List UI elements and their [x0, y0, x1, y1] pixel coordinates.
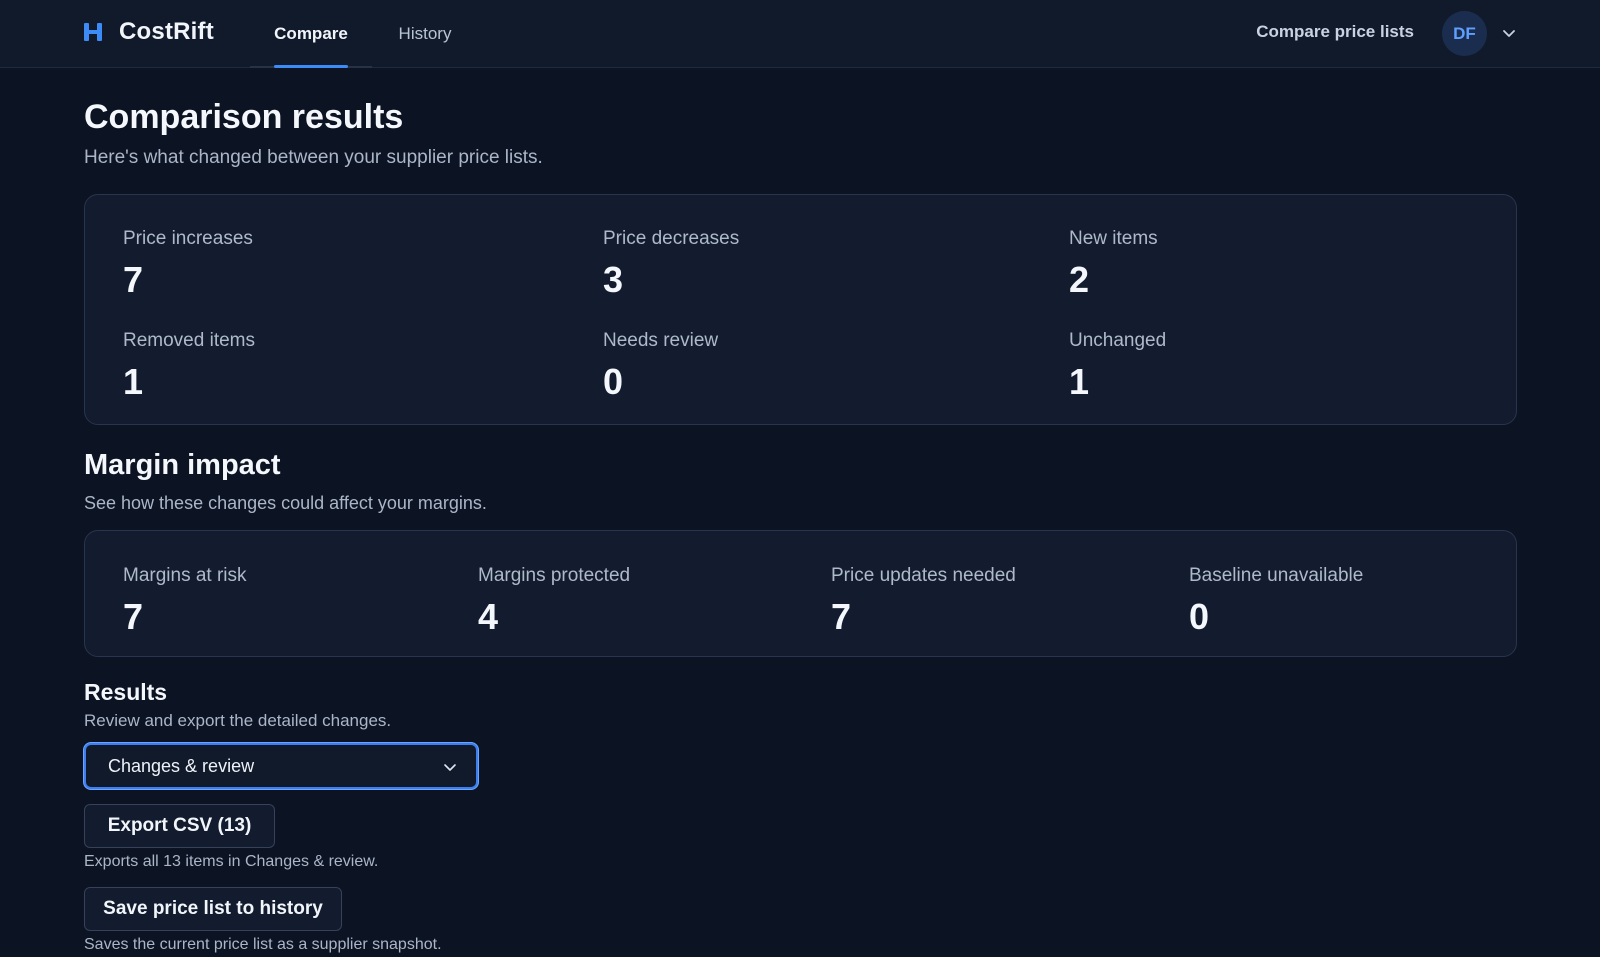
stat-margins-at-risk: Margins at risk 7 — [123, 564, 247, 637]
stat-value: 7 — [831, 596, 852, 637]
stat-removed-items: Removed items 1 — [123, 329, 255, 402]
user-avatar[interactable]: DF — [1442, 11, 1487, 56]
stat-price-decreases: Price decreases 3 — [603, 227, 739, 300]
save-to-history-button[interactable]: Save price list to history — [84, 887, 342, 931]
stat-unchanged: Unchanged 1 — [1069, 329, 1166, 402]
stat-price-increases: Price increases 7 — [123, 227, 253, 300]
save-helper-text: Saves the current price list as a suppli… — [84, 936, 442, 953]
stat-label: Margins protected — [478, 565, 631, 586]
stat-value: 7 — [123, 596, 144, 637]
stat-label: Needs review — [603, 330, 719, 351]
stat-value: 1 — [1069, 361, 1090, 402]
tab-underline — [250, 65, 372, 68]
tab-compare-label: Compare — [274, 24, 348, 43]
stat-label: Margins at risk — [123, 565, 247, 586]
brand-name: CostRift — [119, 18, 214, 45]
brand[interactable]: CostRift — [83, 18, 214, 46]
stat-new-items: New items 2 — [1069, 227, 1158, 300]
tab-history[interactable]: History — [380, 0, 470, 68]
tab-compare[interactable]: Compare — [250, 0, 372, 68]
stat-label: New items — [1069, 228, 1158, 249]
chevron-down-icon — [444, 764, 456, 771]
stat-label: Baseline unavailable — [1189, 565, 1364, 586]
stat-value: 0 — [1189, 596, 1210, 637]
stat-label: Price increases — [123, 228, 253, 249]
stat-label: Unchanged — [1069, 330, 1167, 351]
results-subtitle: Review and export the detailed changes. — [84, 711, 392, 730]
stat-value: 7 — [123, 259, 144, 300]
stat-baseline-unavailable: Baseline unavailable 0 — [1189, 564, 1363, 637]
chevron-down-icon[interactable] — [1500, 24, 1518, 42]
stat-price-updates-needed: Price updates needed 7 — [831, 564, 1016, 637]
stat-value: 3 — [603, 259, 624, 300]
stat-value: 4 — [478, 596, 499, 637]
stat-margins-protected: Margins protected 4 — [478, 564, 630, 637]
stat-value: 0 — [603, 361, 624, 402]
stat-value: 1 — [123, 361, 144, 402]
tab-history-label: History — [398, 24, 452, 43]
margin-impact-title: Margin impact — [84, 449, 281, 481]
top-navigation-bar: CostRift Compare History Compare price l… — [0, 0, 1600, 68]
compare-price-lists-link[interactable]: Compare price lists — [1256, 22, 1414, 42]
stat-needs-review: Needs review 0 — [603, 329, 718, 402]
stat-label: Price updates needed — [831, 565, 1016, 586]
export-helper-text: Exports all 13 items in Changes & review… — [84, 853, 379, 870]
changes-summary-card: Price increases 7 Price decreases 3 New … — [84, 194, 1517, 425]
brand-logo-icon — [84, 23, 102, 41]
stat-label: Price decreases — [603, 228, 740, 249]
page-subtitle: Here's what changed between your supplie… — [84, 147, 543, 168]
results-title: Results — [84, 679, 168, 705]
margin-impact-card: Margins at risk 7 Margins protected 4 Pr… — [84, 530, 1517, 657]
results-view-select-value: Changes & review — [108, 755, 255, 776]
stat-label: Removed items — [123, 330, 255, 351]
export-csv-button[interactable]: Export CSV (13) — [84, 804, 275, 848]
margin-impact-subtitle: See how these changes could affect your … — [84, 493, 487, 513]
active-tab-indicator — [274, 65, 348, 68]
results-view-select[interactable]: Changes & review — [84, 743, 478, 789]
stat-value: 2 — [1069, 259, 1090, 300]
page-title: Comparison results — [84, 98, 404, 136]
